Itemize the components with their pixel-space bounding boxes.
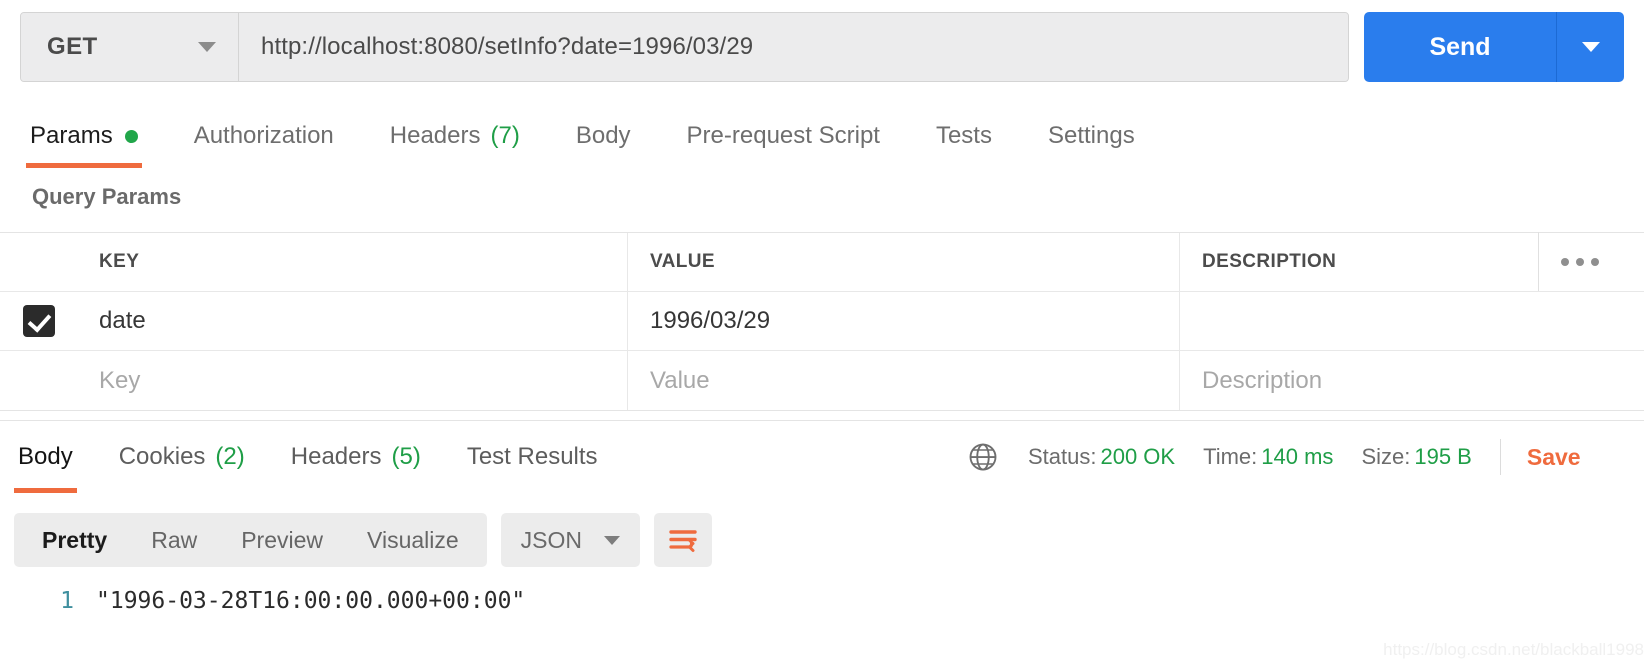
params-modified-dot-icon xyxy=(124,129,138,143)
status-value: 200 OK xyxy=(1100,444,1176,469)
tab-body[interactable]: Body xyxy=(576,104,631,168)
row-key-cell[interactable]: date xyxy=(77,292,628,350)
view-mode-visualize[interactable]: Visualize xyxy=(345,513,481,567)
query-params-title: Query Params xyxy=(32,184,182,209)
status-label: Status: xyxy=(1028,444,1097,469)
params-bulk-options-button[interactable] xyxy=(1538,232,1644,291)
table-header-row: KEY VALUE DESCRIPTION xyxy=(0,233,1644,292)
header-cell-key: KEY xyxy=(77,233,628,291)
send-button-group: Send xyxy=(1364,12,1624,82)
http-method-label: GET xyxy=(47,33,98,60)
url-input[interactable]: http://localhost:8080/setInfo?date=1996/… xyxy=(239,13,1348,81)
query-params-table: KEY VALUE DESCRIPTION date 1996/03/29 Ke… xyxy=(0,232,1644,411)
url-bar-row: GET http://localhost:8080/setInfo?date=1… xyxy=(0,0,1644,96)
code-line-number: 1 xyxy=(60,588,74,614)
row-value-cell[interactable]: 1996/03/29 xyxy=(628,292,1180,350)
row-description-cell[interactable] xyxy=(1180,292,1644,350)
tab-settings-label: Settings xyxy=(1047,122,1135,149)
response-tab-cookies-count: (2) xyxy=(215,443,245,470)
response-tab-test-results-label: Test Results xyxy=(466,443,598,470)
status-badge: Status: 200 OK xyxy=(1028,444,1175,470)
new-param-description-input[interactable]: Description xyxy=(1180,351,1644,410)
globe-icon[interactable] xyxy=(968,442,998,472)
tab-pre-request-script-label: Pre-request Script xyxy=(686,122,880,149)
response-language-label: JSON xyxy=(520,526,583,553)
response-tab-headers-label: Headers xyxy=(290,443,382,470)
url-input-value: http://localhost:8080/setInfo?date=1996/… xyxy=(261,33,754,60)
response-tab-cookies[interactable]: Cookies (2) xyxy=(115,421,249,493)
response-meta: Status: 200 OK Time: 140 ms Size: 195 B Sav… xyxy=(968,421,1581,493)
view-mode-pretty[interactable]: Pretty xyxy=(20,513,129,567)
time-badge: Time: 140 ms xyxy=(1203,444,1333,470)
param-enabled-checkbox[interactable] xyxy=(22,305,55,337)
response-language-selector[interactable]: JSON xyxy=(500,513,641,567)
response-tab-body[interactable]: Body xyxy=(14,421,77,493)
row-key-value: date xyxy=(99,307,146,334)
code-line-content: "1996-03-28T16:00:00.000+00:00" xyxy=(96,588,526,614)
code-line: 1 "1996-03-28T16:00:00.000+00:00" xyxy=(0,582,1644,614)
http-method-selector[interactable]: GET xyxy=(21,13,239,81)
response-tab-headers-count: (5) xyxy=(391,443,421,470)
save-response-button[interactable]: Save xyxy=(1527,444,1581,471)
row-checkbox-cell xyxy=(0,292,77,350)
send-button[interactable]: Send xyxy=(1364,12,1556,82)
size-badge: Size: 195 B xyxy=(1361,444,1471,470)
tab-authorization-label: Authorization xyxy=(193,122,334,149)
response-tab-headers[interactable]: Headers (5) xyxy=(287,421,425,493)
watermark: https://blog.csdn.net/blackball1998 xyxy=(1383,640,1644,659)
tab-body-label: Body xyxy=(575,122,631,149)
tab-settings[interactable]: Settings xyxy=(1048,104,1135,168)
response-viewer-toolbar: Pretty Raw Preview Visualize JSON xyxy=(0,500,1644,580)
send-options-button[interactable] xyxy=(1556,12,1624,82)
time-value: 140 ms xyxy=(1261,444,1334,469)
new-param-description-placeholder: Description xyxy=(1202,366,1323,394)
view-mode-preview[interactable]: Preview xyxy=(219,513,345,567)
method-url-group: GET http://localhost:8080/setInfo?date=1… xyxy=(20,12,1349,82)
new-param-key-input[interactable]: Key xyxy=(77,351,628,410)
postman-request-response-panel: GET http://localhost:8080/setInfo?date=1… xyxy=(0,0,1644,670)
tab-authorization[interactable]: Authorization xyxy=(194,104,334,168)
tab-pre-request-script[interactable]: Pre-request Script xyxy=(687,104,880,168)
header-cell-checkbox xyxy=(0,233,77,291)
chevron-down-icon xyxy=(198,42,216,52)
response-tab-test-results[interactable]: Test Results xyxy=(463,421,602,493)
response-tab-cookies-label: Cookies xyxy=(118,443,206,470)
word-wrap-icon xyxy=(669,530,697,552)
ellipsis-icon xyxy=(1561,257,1599,266)
table-row-empty: Key Value Description xyxy=(0,351,1644,410)
tab-headers-label: Headers xyxy=(389,122,481,149)
view-mode-raw[interactable]: Raw xyxy=(129,513,219,567)
row-value-value: 1996/03/29 xyxy=(650,307,771,334)
tab-headers[interactable]: Headers (7) xyxy=(390,104,520,168)
header-cell-value: VALUE xyxy=(628,233,1180,291)
tab-headers-count: (7) xyxy=(490,122,520,149)
size-label: Size: xyxy=(1361,444,1411,469)
new-param-value-input[interactable]: Value xyxy=(628,351,1180,410)
word-wrap-toggle-button[interactable] xyxy=(654,513,713,567)
table-row: date 1996/03/29 xyxy=(0,292,1644,351)
chevron-down-icon xyxy=(604,535,621,545)
new-param-value-placeholder: Value xyxy=(650,366,710,394)
tab-tests[interactable]: Tests xyxy=(936,104,992,168)
meta-divider xyxy=(1499,439,1501,475)
view-mode-group: Pretty Raw Preview Visualize xyxy=(14,513,487,567)
tab-params[interactable]: Params xyxy=(26,104,142,168)
tab-tests-label: Tests xyxy=(935,122,992,149)
chevron-down-icon xyxy=(1581,42,1600,52)
time-label: Time: xyxy=(1203,444,1258,469)
response-bar: Body Cookies (2) Headers (5) Test Result… xyxy=(0,420,1644,493)
size-value: 195 B xyxy=(1414,444,1472,469)
response-tab-bar: Body Cookies (2) Headers (5) Test Result… xyxy=(0,421,640,493)
tab-params-label: Params xyxy=(30,122,113,149)
empty-row-checkbox-cell xyxy=(0,351,77,410)
new-param-key-placeholder: Key xyxy=(99,366,141,394)
request-tab-bar: Params Authorization Headers (7) Body Pr… xyxy=(0,104,1644,168)
response-tab-body-label: Body xyxy=(18,443,73,470)
